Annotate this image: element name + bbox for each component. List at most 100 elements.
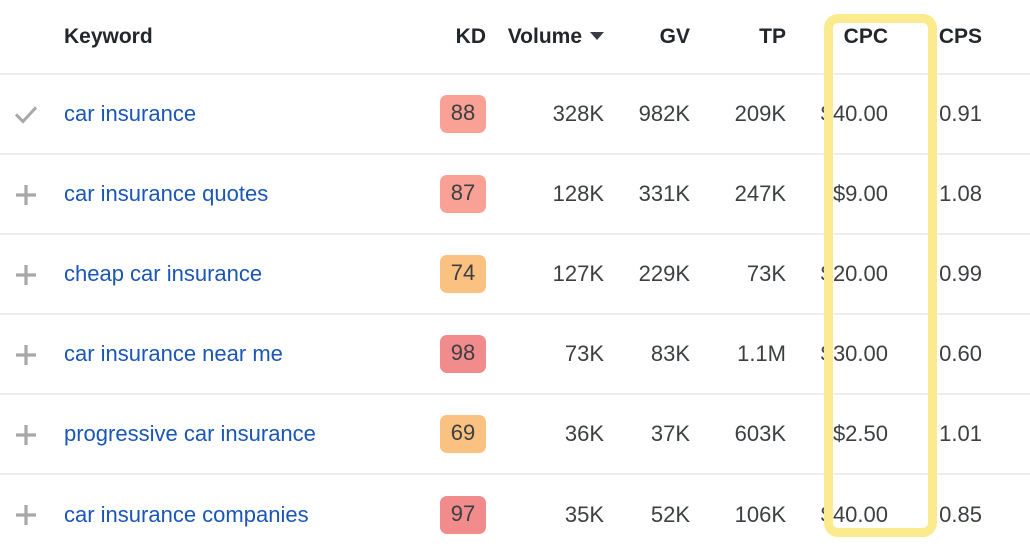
row-select-cell[interactable]: [0, 314, 52, 395]
tp-cell: 603K: [690, 394, 786, 475]
column-header-kd[interactable]: KD: [424, 0, 500, 75]
table-row[interactable]: car insurance 88 328K 982K 209K $40.00 0.91: [0, 74, 1030, 155]
column-header-cps[interactable]: CPS: [896, 0, 990, 75]
column-header-cps-label: CPS: [938, 24, 982, 48]
cps-cell: 0.85: [939, 501, 982, 527]
tp-cell: 106K: [734, 501, 786, 527]
plus-icon[interactable]: [13, 262, 39, 288]
keyword-cell[interactable]: car insurance: [52, 74, 424, 155]
table-body: car insurance 88 328K 982K 209K $40.00 0.91 car…: [0, 74, 1030, 554]
cpc-cell: $9.00: [786, 154, 896, 235]
keyword-cell[interactable]: cheap car insurance: [52, 234, 424, 315]
gv-cell: 982K: [604, 74, 690, 155]
table-header-row: Keyword KD Volume GV TP CPC CPS: [0, 0, 1030, 75]
cps-cell: 0.91: [896, 74, 990, 155]
kd-cell: 98: [424, 314, 500, 395]
gv-cell: 229K: [604, 234, 690, 315]
keyword-link[interactable]: car insurance companies: [64, 502, 309, 527]
row-spacer-cell: [990, 474, 1030, 554]
keyword-cell[interactable]: car insurance near me: [52, 314, 424, 395]
volume-cell: 328K: [500, 74, 604, 155]
cps-cell: 0.99: [896, 234, 990, 315]
tp-cell: 247K: [690, 154, 786, 235]
check-icon[interactable]: [13, 102, 39, 128]
keyword-cell[interactable]: progressive car insurance: [52, 394, 424, 475]
row-spacer-cell: [990, 394, 1030, 475]
tp-cell: 1.1M: [690, 314, 786, 395]
column-header-tp-label: TP: [759, 24, 786, 48]
kd-cell: 88: [424, 74, 500, 155]
row-select-cell[interactable]: [0, 394, 52, 475]
column-header-cpc-label: CPC: [843, 24, 888, 48]
table-row[interactable]: progressive car insurance 69 36K 37K 603K $2.…: [0, 394, 1030, 475]
keyword-table-panel: Keyword KD Volume GV TP CPC CPS car insu…: [0, 0, 1030, 554]
keyword-link[interactable]: cheap car insurance: [64, 261, 262, 286]
kd-cell: 74: [424, 234, 500, 315]
cps-cell: 1.08: [896, 154, 990, 235]
cpc-cell: $40.00: [786, 74, 896, 155]
cps-cell: 1.01: [896, 394, 990, 475]
volume-cell: 73K: [500, 314, 604, 395]
plus-icon[interactable]: [13, 422, 39, 448]
keyword-link[interactable]: car insurance: [64, 101, 196, 126]
column-header-tp[interactable]: TP: [690, 0, 786, 75]
volume-cell: 35K: [564, 501, 604, 527]
table-row[interactable]: car insurance companies 97 35K 52K 106K $40.0…: [0, 474, 1030, 554]
keyword-cell[interactable]: car insurance quotes: [52, 154, 424, 235]
kd-cell: 87: [424, 154, 500, 235]
tp-cell: 73K: [690, 234, 786, 315]
kd-badge: 69: [440, 415, 486, 453]
row-spacer-cell: [990, 314, 1030, 395]
volume-cell: 128K: [500, 154, 604, 235]
plus-icon[interactable]: [13, 182, 39, 208]
gv-cell: 83K: [604, 314, 690, 395]
row-select-cell[interactable]: [0, 154, 52, 235]
column-header-gv[interactable]: GV: [604, 0, 690, 75]
table-row[interactable]: cheap car insurance 74 127K 229K 73K $20.00 0.…: [0, 234, 1030, 315]
kd-badge: 97: [440, 495, 486, 534]
keyword-cell[interactable]: car insurance companies: [52, 474, 424, 554]
row-select-cell[interactable]: [0, 474, 52, 554]
kd-badge: 88: [440, 95, 486, 133]
row-select-cell[interactable]: [0, 234, 52, 315]
row-select-cell[interactable]: [0, 74, 52, 155]
table-row[interactable]: car insurance near me 98 73K 83K 1.1M $30.00 0…: [0, 314, 1030, 395]
table-row[interactable]: car insurance quotes 87 128K 331K 247K $9.00 1…: [0, 154, 1030, 235]
gv-cell: 331K: [604, 154, 690, 235]
table-header: Keyword KD Volume GV TP CPC CPS: [0, 0, 1030, 75]
column-header-keyword[interactable]: Keyword: [52, 0, 424, 75]
keyword-link[interactable]: car insurance near me: [64, 341, 283, 366]
volume-cell: 36K: [500, 394, 604, 475]
row-spacer-cell: [990, 154, 1030, 235]
caret-down-icon[interactable]: [590, 31, 604, 40]
gv-cell: 52K: [650, 501, 690, 527]
cps-cell: 0.60: [896, 314, 990, 395]
cpc-cell: $40.00: [820, 501, 888, 527]
gv-cell: 37K: [604, 394, 690, 475]
keyword-link[interactable]: car insurance quotes: [64, 181, 268, 206]
column-header-gv-label: GV: [659, 24, 690, 48]
cpc-cell: $20.00: [786, 234, 896, 315]
kd-badge: 74: [440, 255, 486, 293]
kd-cell: 69: [424, 394, 500, 475]
keyword-results-table: Keyword KD Volume GV TP CPC CPS car insu…: [0, 0, 1030, 554]
column-header-keyword-label: Keyword: [64, 24, 153, 48]
volume-cell: 127K: [500, 234, 604, 315]
plus-icon[interactable]: [13, 502, 39, 528]
row-spacer-cell: [990, 74, 1030, 155]
cpc-cell: $2.50: [786, 394, 896, 475]
column-header-kd-label: KD: [455, 24, 486, 48]
row-spacer-cell: [990, 234, 1030, 315]
cpc-cell: $30.00: [786, 314, 896, 395]
keyword-link[interactable]: progressive car insurance: [64, 421, 316, 446]
tp-cell: 209K: [690, 74, 786, 155]
kd-badge: 87: [440, 175, 486, 213]
column-header-select: [0, 0, 52, 75]
column-header-volume-label: Volume: [507, 24, 582, 48]
plus-icon[interactable]: [13, 342, 39, 368]
kd-cell: 97: [424, 474, 500, 554]
column-header-cpc[interactable]: CPC: [786, 0, 896, 75]
column-header-spacer: [990, 0, 1030, 75]
column-header-volume[interactable]: Volume: [500, 0, 604, 75]
kd-badge: 98: [440, 335, 486, 373]
